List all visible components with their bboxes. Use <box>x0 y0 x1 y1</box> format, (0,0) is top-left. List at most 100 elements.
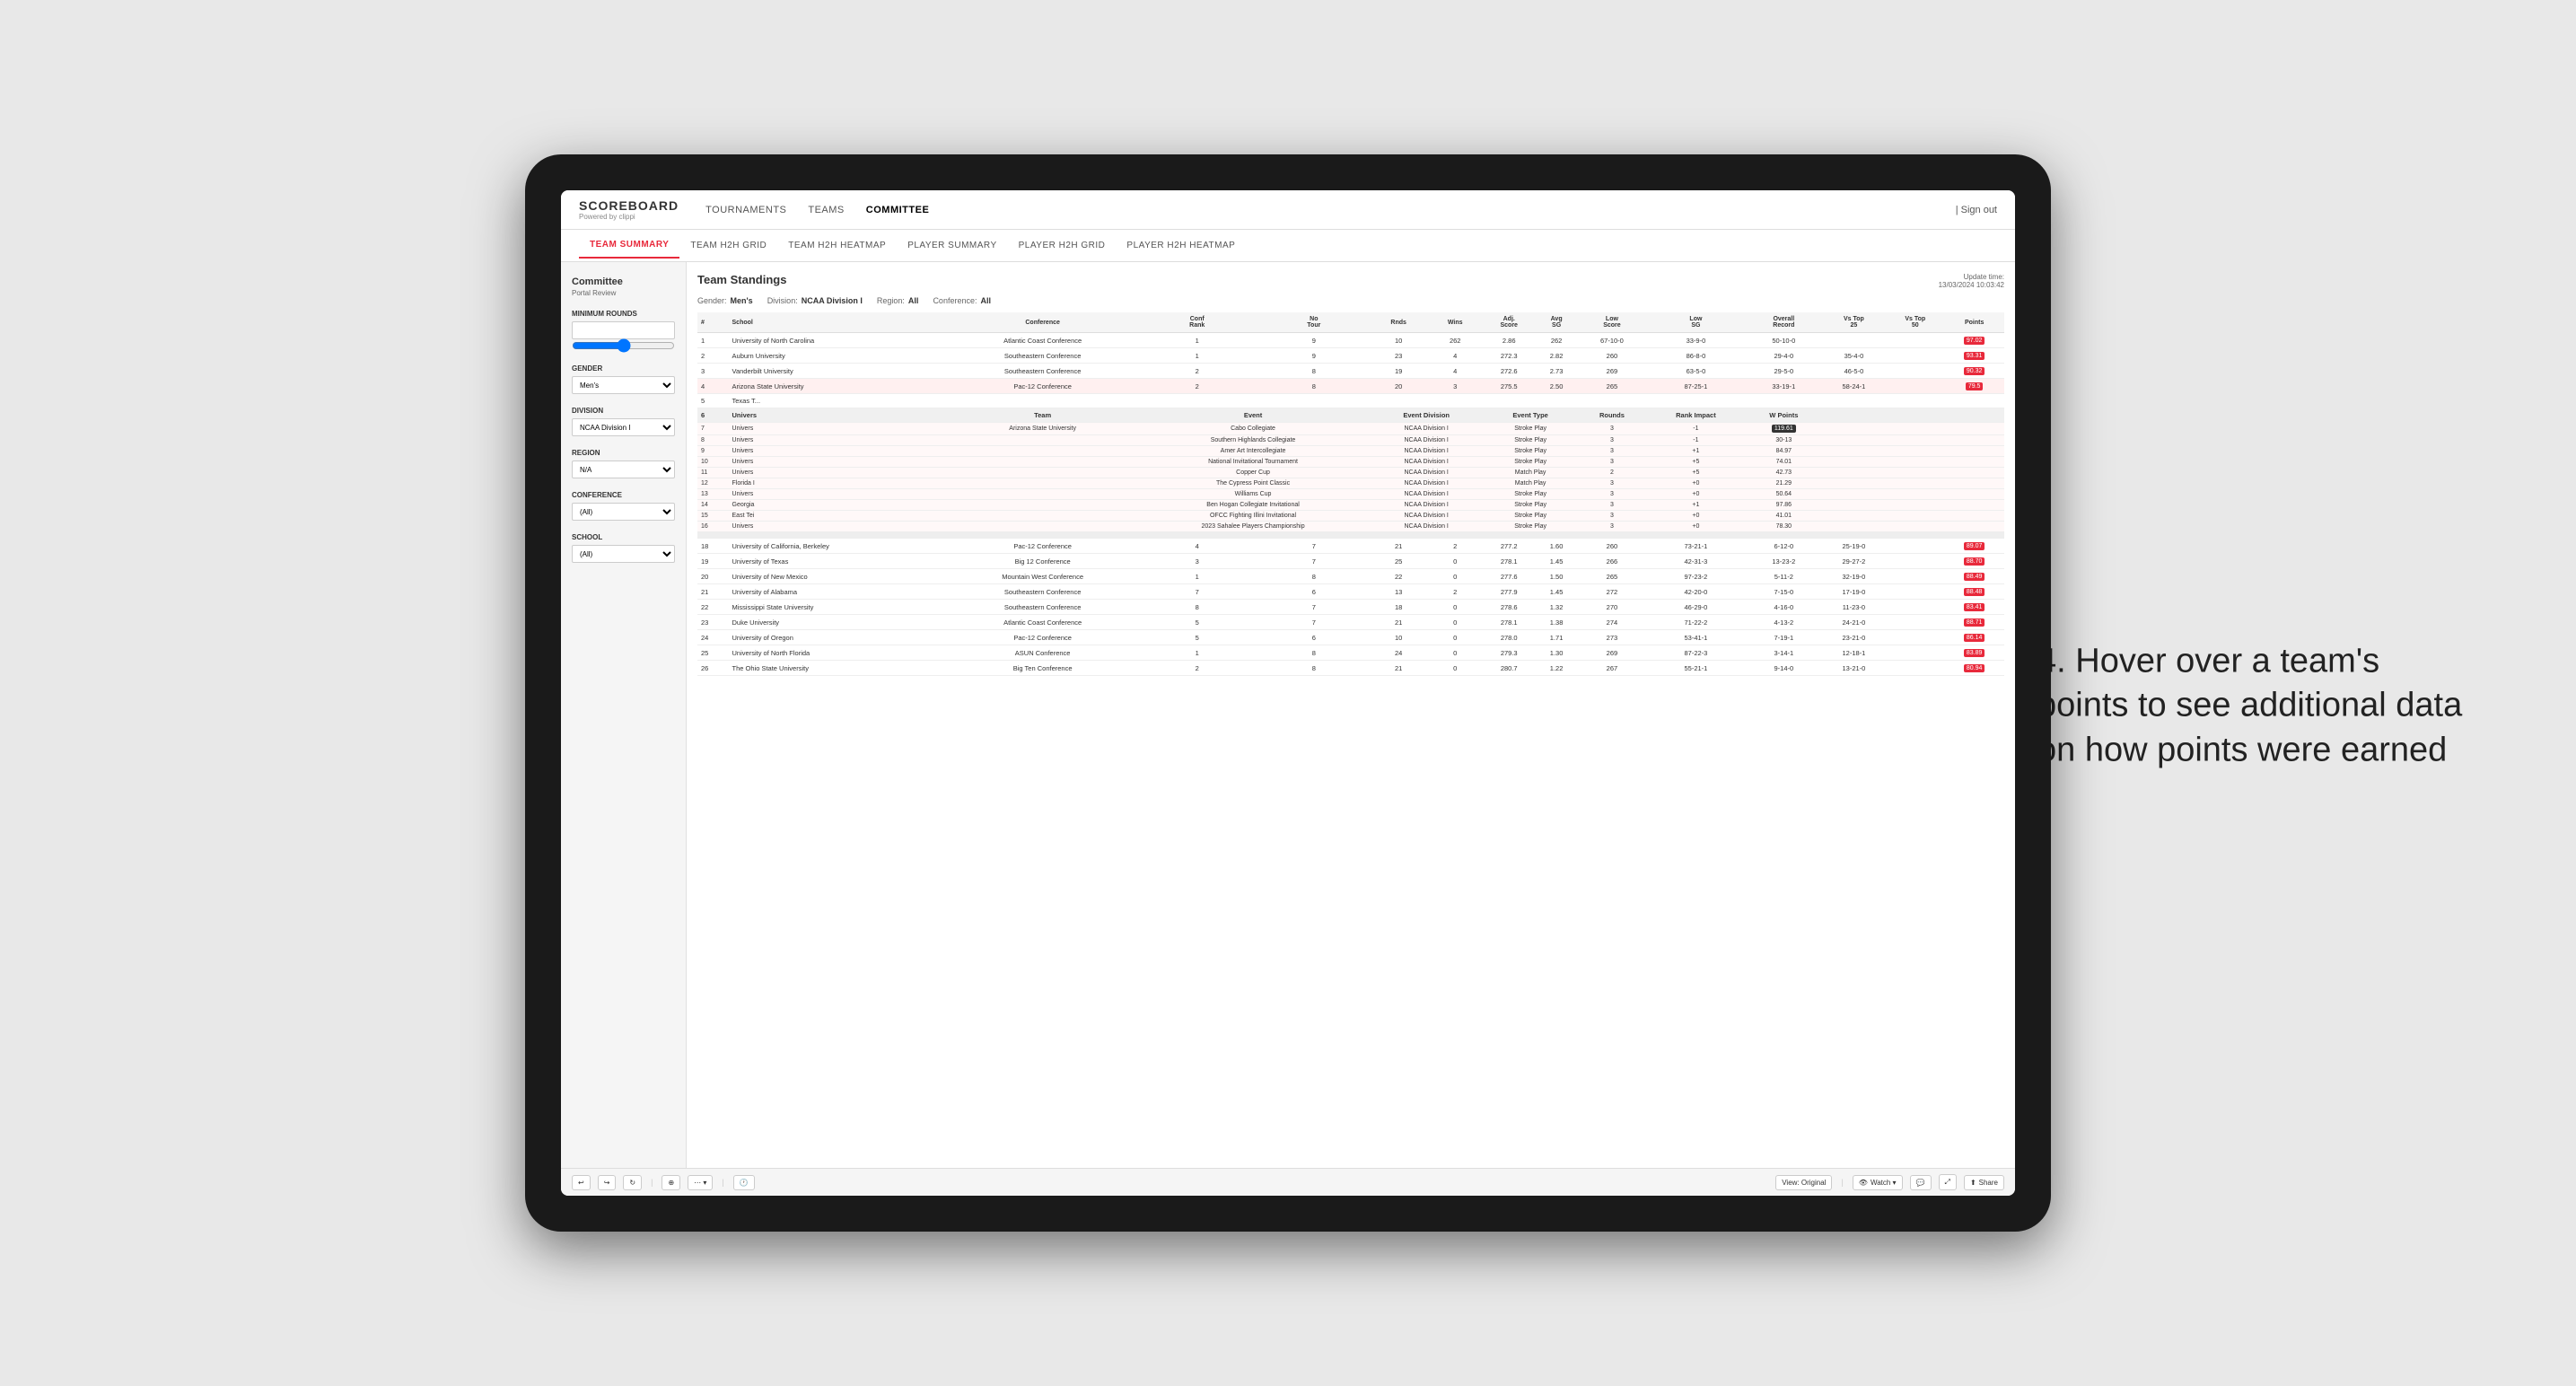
filter-gender: Gender: Men's <box>697 296 753 305</box>
report-header: Team Standings Update time: 13/03/2024 1… <box>697 273 2004 289</box>
sidebar-region: Region N/A All <box>572 449 675 478</box>
subnav-player-summary[interactable]: PLAYER SUMMARY <box>897 233 1007 258</box>
view-original-button[interactable]: View: Original <box>1775 1175 1832 1190</box>
col-school: School <box>729 312 950 333</box>
sidebar-school: School (All) <box>572 533 675 563</box>
expanded-detail-row: 15 East Tei OFCC Fighting Illini Invitat… <box>697 511 2004 522</box>
more-button[interactable]: ⋯ ▾ <box>688 1175 713 1190</box>
col-low-sg: LowSG <box>1646 312 1746 333</box>
bottom-toolbar: ↩ ↪ ↻ | ⊕ ⋯ ▾ | 🕐 View: Original | 👁 Wat… <box>561 1168 2015 1196</box>
standings-table: # School Conference ConfRank NoTour Rnds… <box>697 312 2004 676</box>
min-rounds-input[interactable] <box>572 321 675 339</box>
nav-links: TOURNAMENTS TEAMS COMMITTEE <box>705 201 1956 219</box>
table-row[interactable]: 5 Texas T... <box>697 394 2004 408</box>
sidebar: Committee Portal Review Minimum Rounds G… <box>561 262 687 1168</box>
view-label: View: Original <box>1782 1179 1826 1187</box>
expanded-detail-row: 14 Georgia Ben Hogan Collegiate Invitati… <box>697 500 2004 511</box>
subnav-player-h2h-heatmap[interactable]: PLAYER H2H HEATMAP <box>1116 233 1246 258</box>
sign-out-link[interactable]: | Sign out <box>1956 205 1997 215</box>
separator-1: | <box>651 1178 653 1187</box>
filter-region: Region: All <box>877 296 919 305</box>
sidebar-gender: Gender Men's Women's <box>572 364 675 394</box>
nav-teams[interactable]: TEAMS <box>808 201 844 219</box>
sidebar-subtitle: Portal Review <box>572 289 675 297</box>
gender-label: Gender <box>572 364 675 373</box>
table-row[interactable]: 22 Mississippi State University Southeas… <box>697 600 2004 615</box>
table-row[interactable]: 20 University of New Mexico Mountain Wes… <box>697 569 2004 584</box>
sidebar-division: Division NCAA Division I NCAA Division I… <box>572 407 675 436</box>
col-conference: Conference <box>949 312 1136 333</box>
col-low-score: LowScore <box>1578 312 1646 333</box>
table-row[interactable]: 2 Auburn University Southeastern Confere… <box>697 348 2004 364</box>
expand-button[interactable]: ⤢ <box>1939 1174 1957 1190</box>
nav-tournaments[interactable]: TOURNAMENTS <box>705 201 786 219</box>
col-overall: OverallRecord <box>1746 312 1822 333</box>
refresh-button[interactable]: ↻ <box>623 1175 642 1190</box>
expanded-detail-row: 10 Univers National Invitational Tournam… <box>697 457 2004 468</box>
app-subtitle: Powered by clippi <box>579 213 679 221</box>
tablet-screen: SCOREBOARD Powered by clippi TOURNAMENTS… <box>561 190 2015 1196</box>
annotation-text: 4. Hover over a team's points to see add… <box>2037 640 2468 773</box>
subnav-team-h2h-heatmap[interactable]: TEAM H2H HEATMAP <box>777 233 897 258</box>
comment-button[interactable]: 💬 <box>1910 1175 1932 1190</box>
subnav-team-summary[interactable]: TEAM SUMMARY <box>579 232 679 259</box>
conference-select[interactable]: (All) <box>572 503 675 521</box>
expanded-header-row: 6 Univers Team Event Event Division Even… <box>697 408 2004 423</box>
col-points: Points <box>1944 312 2004 333</box>
watch-icon: 👁 <box>1859 1179 1868 1187</box>
col-vs25: Vs Top25 <box>1822 312 1887 333</box>
separator-3: | <box>1841 1178 1843 1187</box>
col-rnds: Rnds <box>1370 312 1427 333</box>
filter-row: Gender: Men's Division: NCAA Division I … <box>697 296 2004 305</box>
report-title: Team Standings <box>697 273 786 286</box>
subnav-player-h2h-grid[interactable]: PLAYER H2H GRID <box>1008 233 1117 258</box>
share-label: Share <box>1979 1179 1998 1187</box>
table-row[interactable]: 26 The Ohio State University Big Ten Con… <box>697 661 2004 676</box>
clock-button[interactable]: 🕐 <box>733 1175 755 1190</box>
tablet-device: SCOREBOARD Powered by clippi TOURNAMENTS… <box>525 154 2051 1232</box>
update-time: Update time: 13/03/2024 10:03:42 <box>1939 273 2004 289</box>
col-avg-sg: AvgSG <box>1535 312 1578 333</box>
report-area: Team Standings Update time: 13/03/2024 1… <box>687 262 2015 1168</box>
col-conf-rank: ConfRank <box>1136 312 1258 333</box>
min-rounds-label: Minimum Rounds <box>572 310 675 318</box>
table-separator <box>697 532 2004 539</box>
expanded-detail-row: 16 Univers 2023 Sahalee Players Champion… <box>697 522 2004 532</box>
nav-bar: SCOREBOARD Powered by clippi TOURNAMENTS… <box>561 190 2015 230</box>
table-row[interactable]: 1 University of North Carolina Atlantic … <box>697 333 2004 348</box>
table-row[interactable]: 21 University of Alabama Southeastern Co… <box>697 584 2004 600</box>
table-row-highlighted[interactable]: 4 Arizona State University Pac-12 Confer… <box>697 379 2004 394</box>
table-row[interactable]: 18 University of California, Berkeley Pa… <box>697 539 2004 554</box>
table-row[interactable]: 19 University of Texas Big 12 Conference… <box>697 554 2004 569</box>
filter-division: Division: NCAA Division I <box>767 296 863 305</box>
nav-committee[interactable]: COMMITTEE <box>866 201 930 219</box>
forward-button[interactable]: ↪ <box>598 1175 617 1190</box>
expanded-detail-row: 11 Univers Copper Cup NCAA Division I Ma… <box>697 468 2004 478</box>
subnav-team-h2h-grid[interactable]: TEAM H2H GRID <box>679 233 777 258</box>
sidebar-min-rounds: Minimum Rounds <box>572 310 675 352</box>
separator-2: | <box>722 1178 723 1187</box>
table-row[interactable]: 25 University of North Florida ASUN Conf… <box>697 645 2004 661</box>
app-title: SCOREBOARD <box>579 198 679 213</box>
expanded-detail-row: 9 Univers Amer Art Intercollegiate NCAA … <box>697 446 2004 457</box>
col-vs50: Vs Top50 <box>1886 312 1944 333</box>
table-row[interactable]: 24 University of Oregon Pac-12 Conferenc… <box>697 630 2004 645</box>
min-rounds-slider[interactable] <box>572 341 675 350</box>
copy-button[interactable]: ⊕ <box>662 1175 680 1190</box>
logo-area: SCOREBOARD Powered by clippi <box>579 198 679 221</box>
gender-select[interactable]: Men's Women's <box>572 376 675 394</box>
division-select[interactable]: NCAA Division I NCAA Division II NCAA Di… <box>572 418 675 436</box>
sidebar-conference: Conference (All) <box>572 491 675 521</box>
school-select[interactable]: (All) <box>572 545 675 563</box>
watch-label: Watch ▾ <box>1871 1179 1897 1187</box>
col-wins: Wins <box>1427 312 1483 333</box>
region-select[interactable]: N/A All <box>572 461 675 478</box>
share-button[interactable]: ⬆ Share <box>1964 1175 2004 1190</box>
watch-button[interactable]: 👁 Watch ▾ <box>1853 1175 1903 1190</box>
share-icon: ⬆ <box>1970 1179 1976 1187</box>
table-row[interactable]: 23 Duke University Atlantic Coast Confer… <box>697 615 2004 630</box>
col-adj-score: Adj.Score <box>1483 312 1535 333</box>
conference-label: Conference <box>572 491 675 499</box>
back-button[interactable]: ↩ <box>572 1175 591 1190</box>
table-row[interactable]: 3 Vanderbilt University Southeastern Con… <box>697 364 2004 379</box>
